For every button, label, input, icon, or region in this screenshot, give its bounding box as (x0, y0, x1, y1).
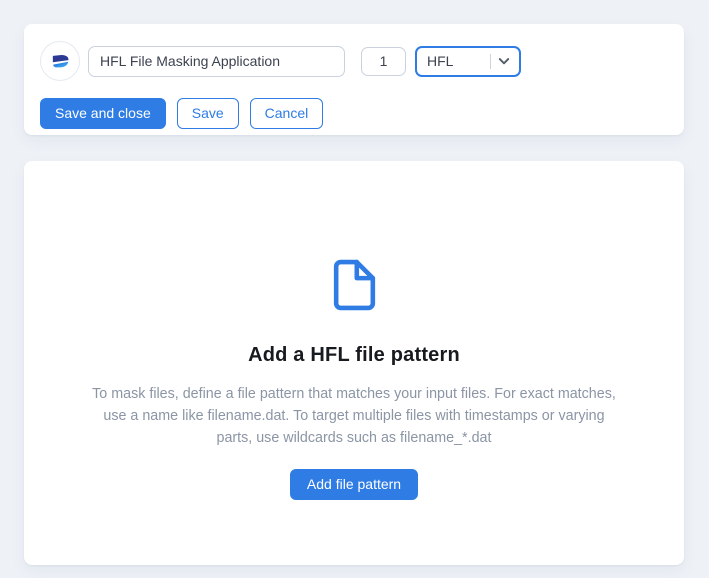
empty-state-title: Add a HFL file pattern (248, 343, 460, 367)
file-type-select[interactable]: HFL (415, 46, 521, 77)
save-and-close-button[interactable]: Save and close (40, 98, 166, 129)
cancel-button[interactable]: Cancel (250, 98, 324, 129)
description-line-1: To mask files, define a file pattern tha… (92, 383, 616, 405)
page: HFL Save and close Save Cancel Add a HFL… (0, 0, 709, 578)
app-logo (40, 41, 80, 81)
chevron-down-icon (497, 54, 511, 68)
description-line-3: parts, use wildcards such as filename_*.… (92, 427, 616, 449)
content-card: Add a HFL file pattern To mask files, de… (24, 161, 684, 565)
empty-state-description: To mask files, define a file pattern tha… (92, 383, 616, 449)
application-name-input[interactable] (88, 46, 345, 77)
toolbar-row: HFL (40, 41, 668, 81)
select-divider (490, 54, 491, 69)
description-line-2: use a name like filename.dat. To target … (92, 405, 616, 427)
toolbar-actions: Save and close Save Cancel (40, 98, 668, 129)
delphix-logo-icon (49, 50, 71, 72)
file-icon (327, 253, 382, 317)
header-card: HFL Save and close Save Cancel (24, 24, 684, 135)
save-button[interactable]: Save (177, 98, 239, 129)
version-input[interactable] (361, 47, 406, 76)
file-type-selected-value: HFL (427, 53, 490, 69)
add-file-pattern-button[interactable]: Add file pattern (290, 469, 418, 500)
empty-state: Add a HFL file pattern To mask files, de… (24, 161, 684, 500)
